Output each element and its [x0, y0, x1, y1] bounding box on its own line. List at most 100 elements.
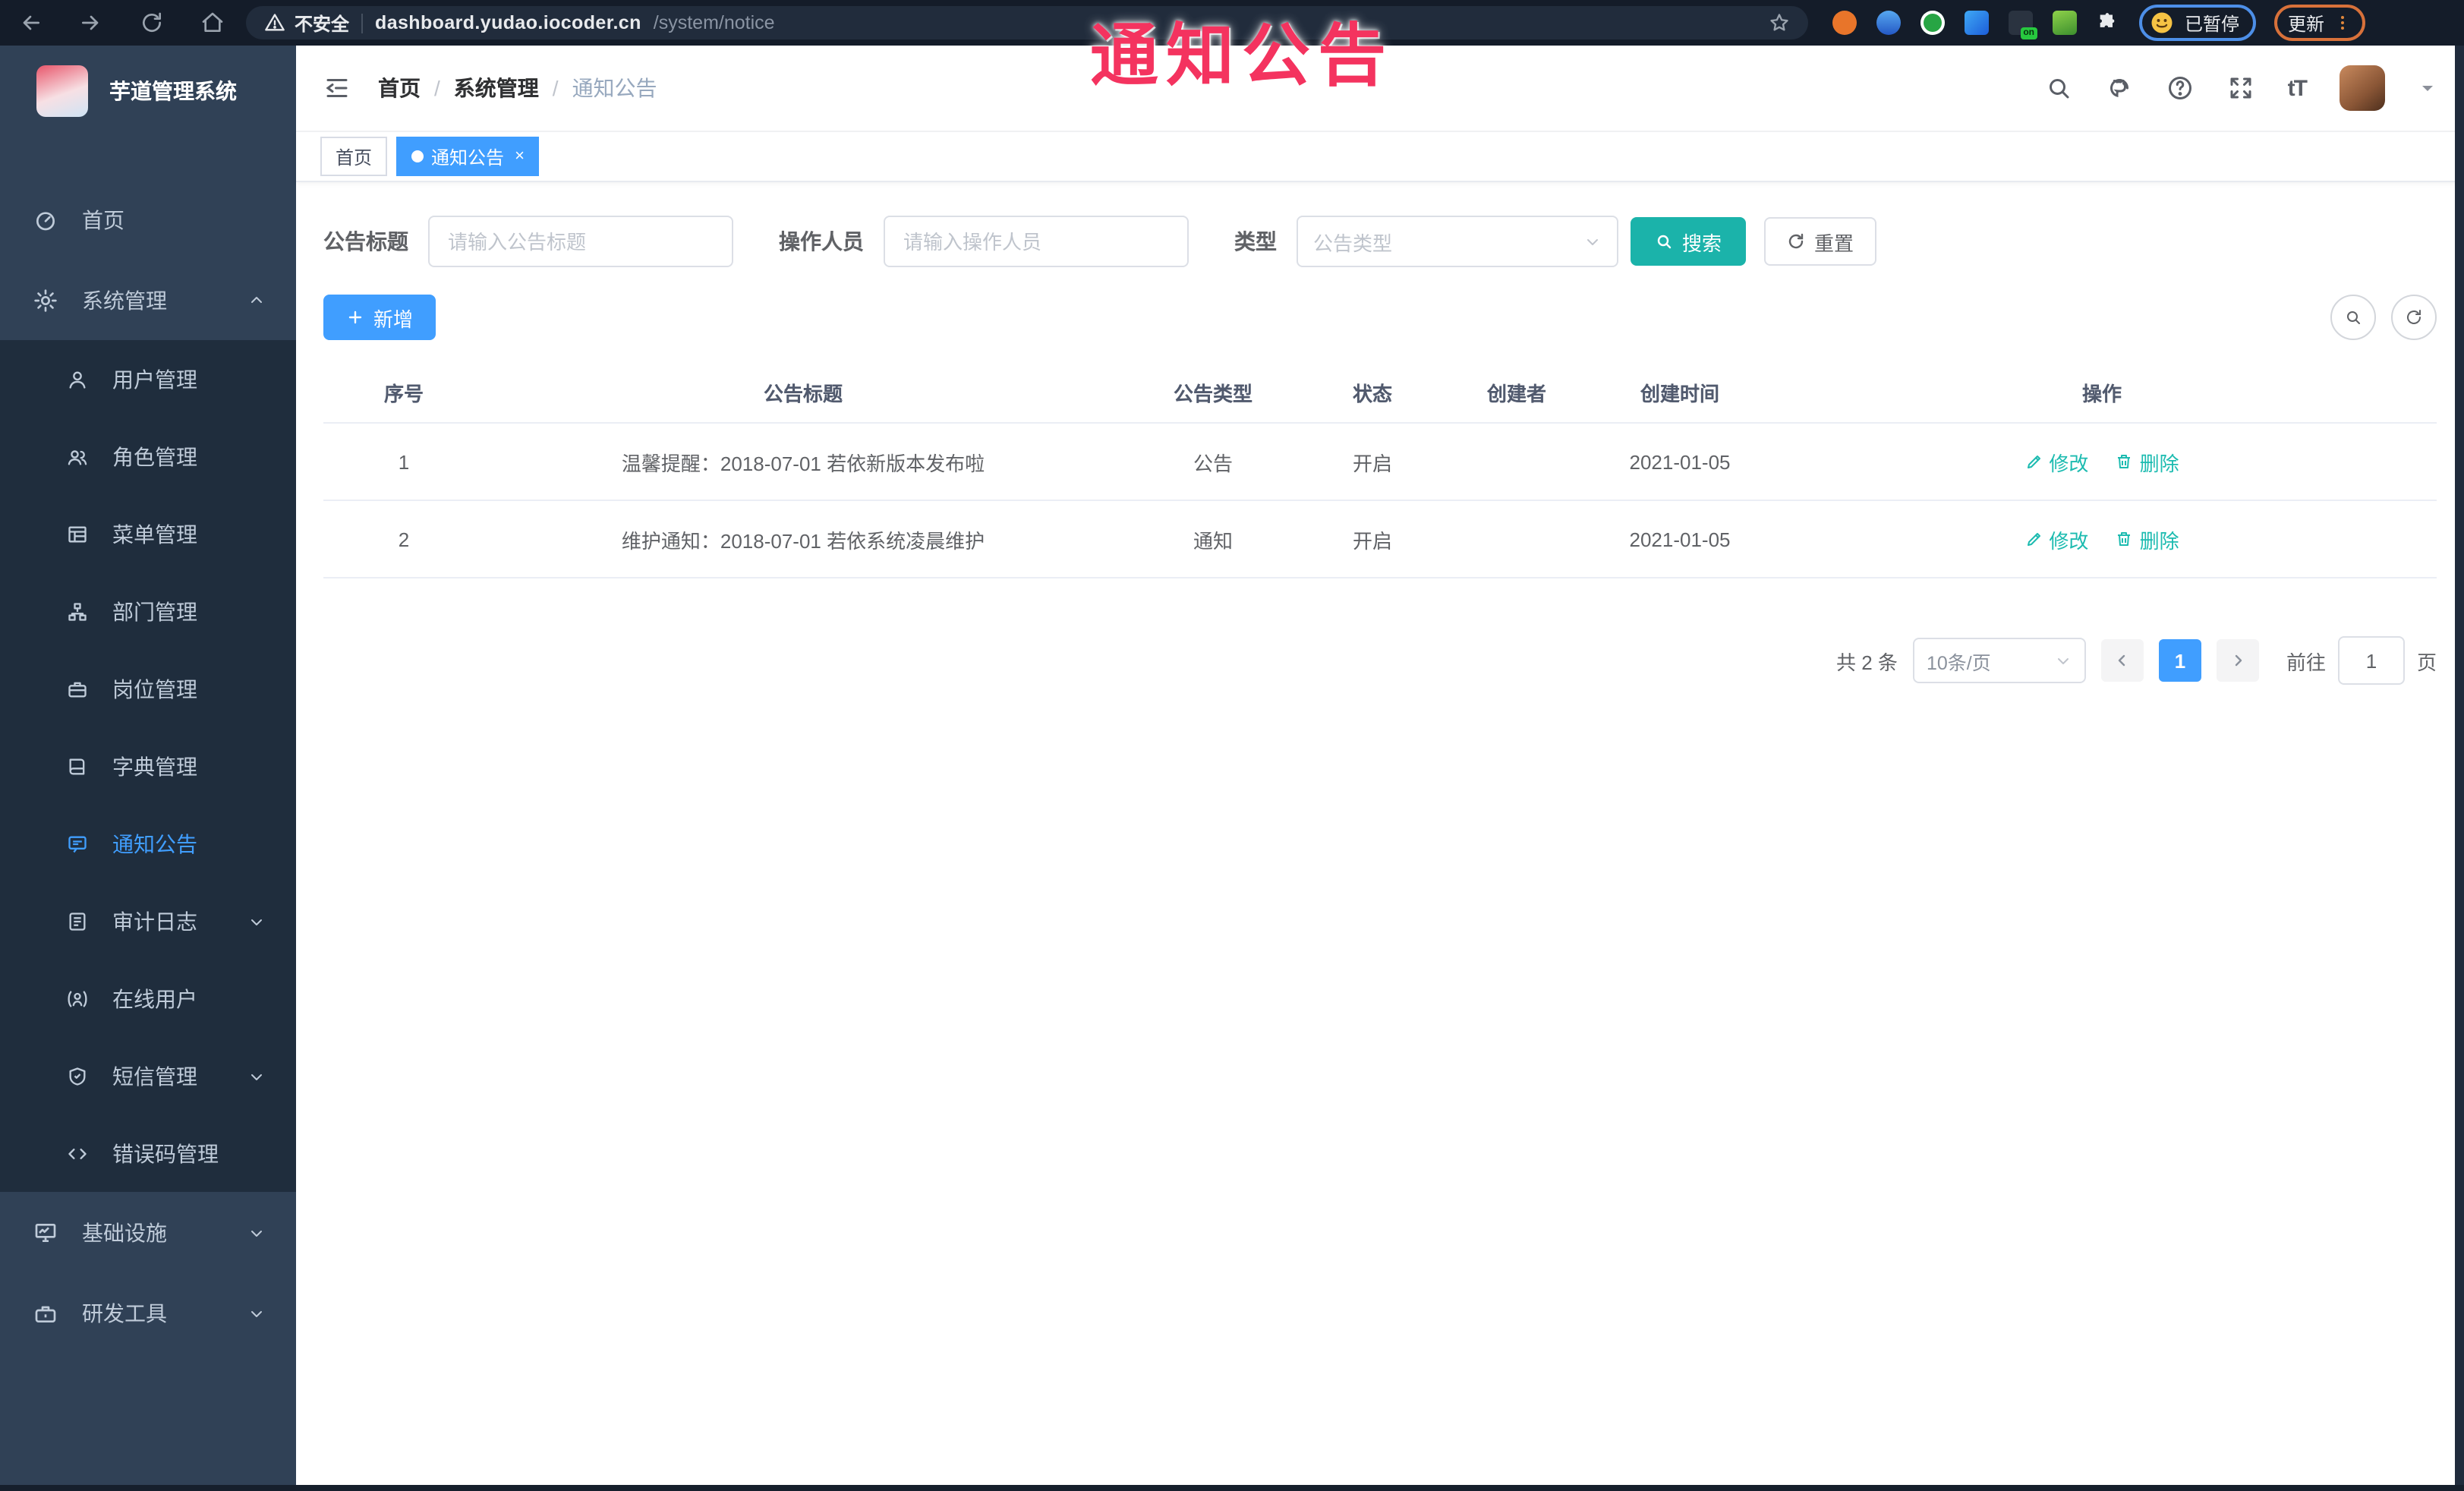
- sidebar-item-infrastructure[interactable]: 基础设施: [0, 1192, 296, 1272]
- goto-label: 前往: [2286, 651, 2326, 673]
- table-row: 1 温馨提醒：2018-07-01 若依新版本发布啦 公告 开启 2021-01…: [323, 423, 2437, 501]
- goto-page-input[interactable]: [2337, 636, 2405, 685]
- operator-input[interactable]: [884, 216, 1189, 267]
- plus-icon: [346, 308, 364, 326]
- sidebar-item-menus[interactable]: 菜单管理: [0, 495, 296, 572]
- caret-down-icon[interactable]: [2418, 79, 2437, 97]
- app-logo-row[interactable]: 芋道管理系统: [0, 46, 296, 137]
- sidebar-item-label: 岗位管理: [112, 676, 197, 701]
- sidebar-item-home[interactable]: 首页: [0, 179, 296, 260]
- cell-title: 维护通知：2018-07-01 若依系统凌晨维护: [484, 500, 1122, 578]
- tag-home[interactable]: 首页: [320, 137, 388, 176]
- toggle-search-button[interactable]: [2330, 295, 2376, 340]
- col-creator: 创建者: [1441, 361, 1593, 424]
- not-secure-label: 不安全: [295, 13, 350, 34]
- sidebar-item-online-users[interactable]: 在线用户: [0, 960, 296, 1037]
- search-button[interactable]: 搜索: [1631, 217, 1747, 266]
- reload-icon[interactable]: [140, 11, 164, 35]
- active-dot-icon: [411, 150, 424, 162]
- close-icon[interactable]: ×: [515, 147, 525, 165]
- browser-update-button[interactable]: 更新: [2274, 5, 2366, 41]
- tag-notice[interactable]: 通知公告 ×: [396, 137, 540, 176]
- breadcrumb-system[interactable]: 系统管理: [454, 73, 539, 103]
- sidebar-item-roles[interactable]: 角色管理: [0, 418, 296, 495]
- add-button[interactable]: 新增: [323, 295, 436, 340]
- notice-title-input[interactable]: [428, 216, 733, 267]
- page-content: 公告标题 操作人员 类型 公告类型: [296, 182, 2464, 1485]
- sidebar-item-dict[interactable]: 字典管理: [0, 727, 296, 805]
- type-label: 类型: [1234, 229, 1277, 254]
- extension-icon-green-circle[interactable]: [1920, 11, 1945, 35]
- bookmark-star-icon[interactable]: [1769, 12, 1790, 33]
- delete-link[interactable]: 删除: [2116, 525, 2179, 553]
- home-icon[interactable]: [200, 11, 225, 35]
- extension-icon-orange[interactable]: [1832, 11, 1857, 35]
- edit-link[interactable]: 修改: [2024, 447, 2088, 476]
- browser-menu-icon[interactable]: [2333, 14, 2352, 32]
- reset-button[interactable]: 重置: [1764, 217, 1877, 266]
- peoples-icon: [67, 446, 88, 467]
- toolbox-icon: [33, 1300, 58, 1325]
- sidebar-item-sms[interactable]: 短信管理: [0, 1037, 296, 1114]
- back-icon[interactable]: [18, 11, 43, 35]
- sidebar-item-dev-tools[interactable]: 研发工具: [0, 1272, 296, 1353]
- address-bar[interactable]: 不安全 dashboard.yudao.iocoder.cn/system/no…: [246, 6, 1808, 39]
- briefcase-icon: [67, 678, 88, 699]
- table-header-row: 序号 公告标题 公告类型 状态 创建者 创建时间 操作: [323, 361, 2437, 424]
- breadcrumb-home[interactable]: 首页: [378, 73, 421, 103]
- sidebar-item-posts[interactable]: 岗位管理: [0, 650, 296, 727]
- online-people-icon: [67, 988, 88, 1009]
- cell-status: 开启: [1304, 423, 1441, 501]
- refresh-table-button[interactable]: [2391, 295, 2437, 340]
- notice-title-label: 公告标题: [323, 229, 408, 254]
- avatar[interactable]: [2340, 65, 2385, 111]
- sidebar-item-departments[interactable]: 部门管理: [0, 572, 296, 650]
- next-page-button[interactable]: [2216, 639, 2259, 682]
- edit-link[interactable]: 修改: [2024, 525, 2088, 553]
- breadcrumb-separator: /: [434, 76, 440, 100]
- sidebar-item-system[interactable]: 系统管理: [0, 260, 296, 340]
- window-scrollbar-track[interactable]: [2455, 46, 2464, 1491]
- extension-on-badge: on: [2020, 27, 2037, 39]
- sidebar-item-audit-log[interactable]: 审计日志: [0, 882, 296, 960]
- extension-row: on: [1832, 11, 2118, 39]
- chevron-down-icon: [2054, 651, 2072, 670]
- page-size-select[interactable]: 10条/页: [1912, 638, 2086, 683]
- page-number-1[interactable]: 1: [2158, 639, 2201, 682]
- delete-link[interactable]: 删除: [2116, 447, 2179, 476]
- github-icon[interactable]: [2106, 74, 2133, 102]
- tags-view: 首页 通知公告 ×: [296, 132, 2464, 182]
- extensions-puzzle-icon[interactable]: [2097, 12, 2118, 33]
- cell-creator: [1441, 423, 1593, 501]
- font-size-icon[interactable]: tT: [2288, 75, 2308, 101]
- forward-icon[interactable]: [79, 11, 103, 35]
- type-select[interactable]: 公告类型: [1297, 216, 1618, 267]
- extension-icon-on-switch[interactable]: on: [2009, 11, 2037, 39]
- extension-icon-blue-drop[interactable]: [1876, 11, 1901, 35]
- col-title: 公告标题: [484, 361, 1122, 424]
- docs-question-icon[interactable]: [2166, 74, 2194, 102]
- log-icon: [67, 910, 88, 931]
- sidebar-item-error-codes[interactable]: 错误码管理: [0, 1114, 296, 1192]
- sidebar-item-notice[interactable]: 通知公告: [0, 805, 296, 882]
- operator-label: 操作人员: [779, 229, 864, 254]
- cell-type: 公告: [1122, 423, 1304, 501]
- sidebar-item-users[interactable]: 用户管理: [0, 340, 296, 418]
- top-navbar: 首页 / 系统管理 / 通知公告 tT: [296, 46, 2464, 132]
- chevron-down-icon: [1583, 232, 1602, 251]
- col-actions: 操作: [1767, 361, 2437, 424]
- sidebar-collapse-icon[interactable]: [323, 74, 351, 102]
- extension-icon-leaf[interactable]: [2053, 11, 2077, 35]
- url-divider: [361, 13, 364, 33]
- sidebar-item-label: 角色管理: [112, 444, 197, 468]
- fullscreen-icon[interactable]: [2227, 74, 2254, 102]
- navbar-actions: tT: [2045, 65, 2437, 111]
- sidebar-item-label: 系统管理: [82, 288, 167, 312]
- profile-paused-badge[interactable]: 已暂停: [2139, 5, 2257, 41]
- prev-page-button[interactable]: [2100, 639, 2144, 682]
- col-no: 序号: [323, 361, 484, 424]
- paused-label: 已暂停: [2185, 13, 2240, 34]
- sidebar-item-label: 用户管理: [112, 367, 197, 391]
- header-search-icon[interactable]: [2045, 74, 2072, 102]
- extension-icon-blue-diamond[interactable]: [1965, 11, 1989, 35]
